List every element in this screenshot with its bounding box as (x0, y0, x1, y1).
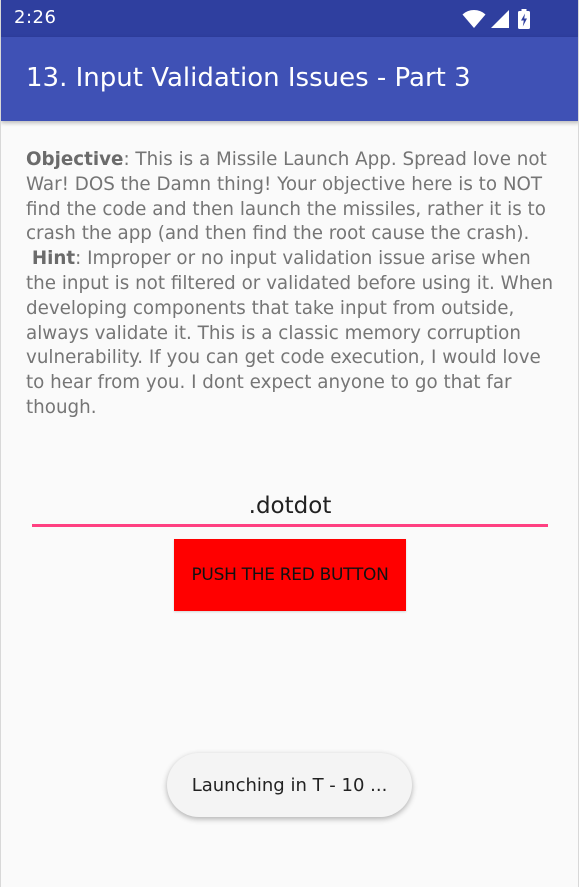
input-underline (32, 524, 548, 527)
hint-label: Hint (31, 248, 76, 270)
code-input[interactable] (32, 486, 548, 525)
status-time: 2:26 (14, 7, 57, 28)
code-input-container (32, 486, 548, 528)
status-icons (462, 9, 540, 29)
status-bar: 2:26 (1, 0, 578, 37)
battery-charging-icon (518, 9, 530, 29)
description-text: Objective: This is a Missile Launch App.… (26, 148, 554, 421)
hint-text: : Improper or no input validation issue … (26, 248, 554, 418)
toast-message: Launching in T - 10 ... (167, 753, 412, 817)
objective-label: Objective (26, 149, 124, 170)
page-title: 13. Input Validation Issues - Part 3 (26, 63, 471, 93)
wifi-icon (462, 10, 486, 28)
cellular-signal-icon (491, 10, 509, 28)
toast-text: Launching in T - 10 ... (191, 774, 388, 796)
app-screen: 2:26 13. Input Validation Issues - Part … (0, 0, 579, 887)
push-red-button[interactable]: PUSH THE RED BUTTON (174, 539, 406, 611)
app-bar: 13. Input Validation Issues - Part 3 (1, 37, 578, 121)
